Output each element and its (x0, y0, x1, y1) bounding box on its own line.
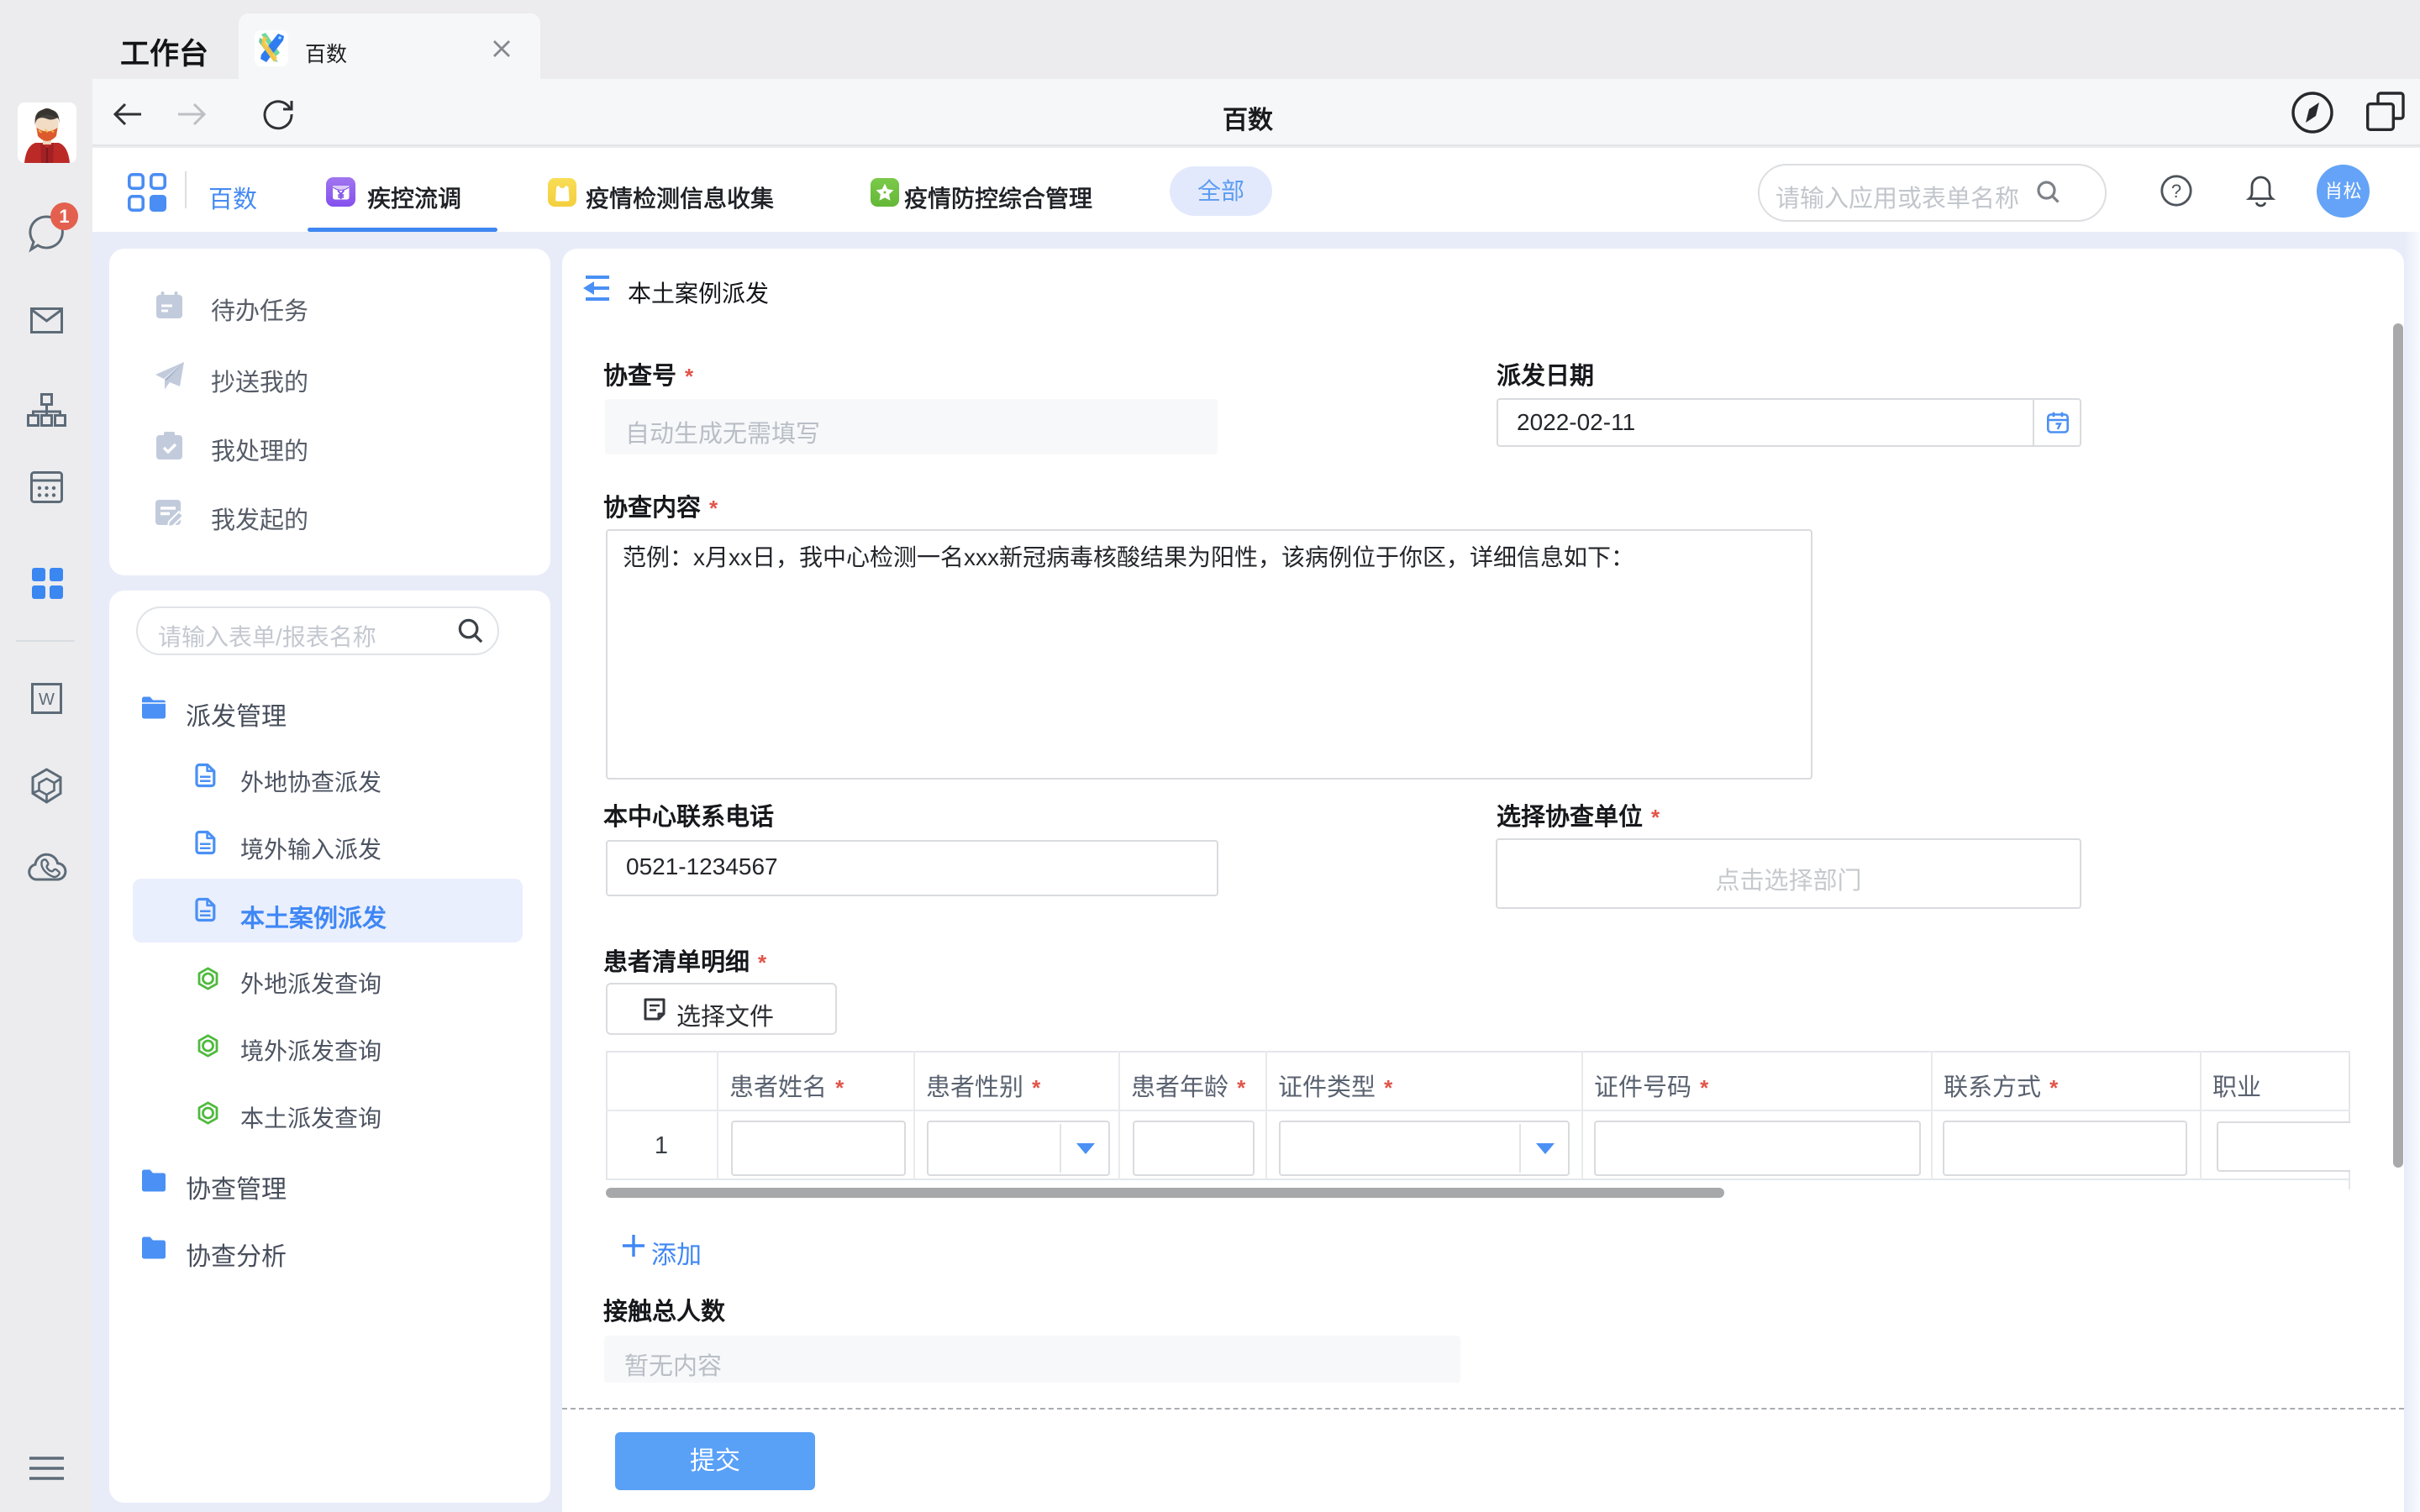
svg-text:W: W (39, 690, 55, 709)
svg-text:?: ? (2171, 181, 2181, 202)
svg-text:1: 1 (59, 206, 69, 227)
